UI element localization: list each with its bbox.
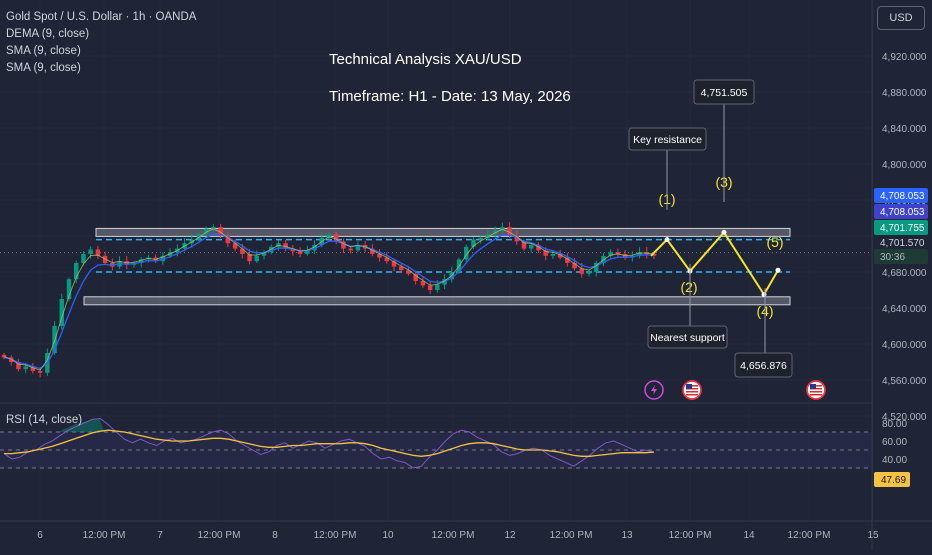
candle-up bbox=[23, 366, 28, 370]
us-flag-icon-stripe bbox=[686, 391, 698, 393]
price-tick-label: 4,920.000 bbox=[882, 52, 927, 63]
candle-up bbox=[478, 237, 483, 240]
target-low-label: 4,656.876 bbox=[740, 360, 787, 372]
chart-canvas[interactable]: (1)(2)(3)(4)(5)Key resistanceNearest sup… bbox=[0, 0, 932, 550]
price-tag-1: 4,708.053 bbox=[880, 191, 925, 202]
indicator-sma-2[interactable]: SMA (9, close) bbox=[6, 62, 81, 74]
chart-stage[interactable]: (1) (2) (3) (4) (5) Key resistance Nearest sup… bbox=[0, 0, 932, 550]
time-tick-label: 12:00 PM bbox=[550, 530, 593, 541]
time-tick-label: 13 bbox=[621, 530, 633, 541]
us-flag-icon[interactable] bbox=[806, 380, 826, 400]
indicator-dema[interactable]: DEMA (9, close) bbox=[6, 28, 89, 40]
wave-point bbox=[721, 229, 727, 235]
time-tick-label: 12:00 PM bbox=[788, 530, 831, 541]
lightning-icon[interactable] bbox=[644, 380, 664, 400]
price-tick-label: 4,680.000 bbox=[882, 268, 927, 279]
candle-up bbox=[528, 245, 534, 249]
currency-button[interactable]: USD bbox=[877, 6, 925, 30]
wave-label: (2) bbox=[680, 279, 697, 295]
time-tick-label: 12:00 PM bbox=[432, 530, 475, 541]
candle-down bbox=[427, 285, 433, 290]
candle-up bbox=[550, 254, 556, 256]
candle-down bbox=[348, 248, 353, 251]
rsi-label[interactable]: RSI (14, close) bbox=[6, 414, 82, 426]
price-countdown: 30:36 bbox=[880, 252, 905, 263]
candle-up bbox=[88, 249, 93, 254]
time-tick-label: 12:00 PM bbox=[669, 530, 712, 541]
wave-point bbox=[775, 267, 781, 273]
price-tag-4: 4,701.570 bbox=[880, 238, 925, 249]
us-flag-icon-stripe bbox=[810, 391, 822, 393]
price-tick-label: 4,600.000 bbox=[882, 340, 927, 351]
us-flag-icon[interactable] bbox=[682, 380, 702, 400]
candle-up bbox=[254, 255, 260, 262]
price-tick-label: 4,880.000 bbox=[882, 88, 927, 99]
time-tick-label: 6 bbox=[37, 530, 43, 541]
us-flag-icon-canton bbox=[810, 384, 816, 389]
time-tick-label: 15 bbox=[867, 530, 879, 541]
us-flag-icon-stripe bbox=[810, 394, 822, 396]
support-zone bbox=[83, 296, 791, 306]
price-tick-label: 4,640.000 bbox=[882, 304, 927, 315]
time-tick-label: 12:00 PM bbox=[198, 530, 241, 541]
indicator-sma-1[interactable]: SMA (9, close) bbox=[6, 45, 81, 57]
rsi-tick-label: 60.00 bbox=[882, 437, 907, 448]
candle-down bbox=[297, 251, 303, 254]
time-tick-label: 12 bbox=[504, 530, 516, 541]
us-flag-icon-canton bbox=[686, 384, 692, 389]
time-tick-label: 7 bbox=[157, 530, 163, 541]
us-flag-icon-ring bbox=[806, 380, 826, 400]
key-resistance-label: Key resistance bbox=[633, 134, 702, 146]
price-tag-2: 4,708.053 bbox=[880, 207, 925, 218]
candle-up bbox=[435, 284, 440, 290]
us-flag-icon-ring bbox=[682, 380, 702, 400]
wave-label: (5) bbox=[766, 234, 783, 250]
nearest-support-label: Nearest support bbox=[650, 332, 725, 344]
annotation-subtitle: Timeframe: H1 - Date: 13 May, 2026 bbox=[329, 88, 571, 105]
rsi-tick-label: 40.00 bbox=[882, 455, 907, 466]
target-high-label: 4,751.505 bbox=[701, 87, 748, 99]
time-tick-label: 12:00 PM bbox=[83, 530, 126, 541]
price-tag-3: 4,701.755 bbox=[880, 223, 925, 234]
annotation-title: Technical Analysis XAU/USD bbox=[329, 51, 522, 68]
time-tick-label: 8 bbox=[272, 530, 278, 541]
us-flag-icon-stripe bbox=[686, 394, 698, 396]
wave-point bbox=[664, 237, 670, 243]
time-tick-label: 14 bbox=[743, 530, 755, 541]
price-tick-label: 4,800.000 bbox=[882, 160, 927, 171]
candle-up bbox=[586, 272, 592, 274]
price-tick-label: 4,560.000 bbox=[882, 376, 927, 387]
price-tick-label: 4,840.000 bbox=[882, 124, 927, 135]
time-tick-label: 10 bbox=[382, 530, 394, 541]
rsi-tick-label: 80.00 bbox=[882, 419, 907, 430]
time-tick-label: 12:00 PM bbox=[314, 530, 357, 541]
candle-down bbox=[413, 273, 418, 281]
candle-down bbox=[240, 248, 245, 254]
candle-down bbox=[37, 371, 43, 373]
symbol-line[interactable]: Gold Spot / U.S. Dollar · 1h · OANDA bbox=[6, 11, 196, 23]
wave-point bbox=[761, 292, 767, 297]
rsi-value-tag: 47.69 bbox=[881, 475, 906, 486]
